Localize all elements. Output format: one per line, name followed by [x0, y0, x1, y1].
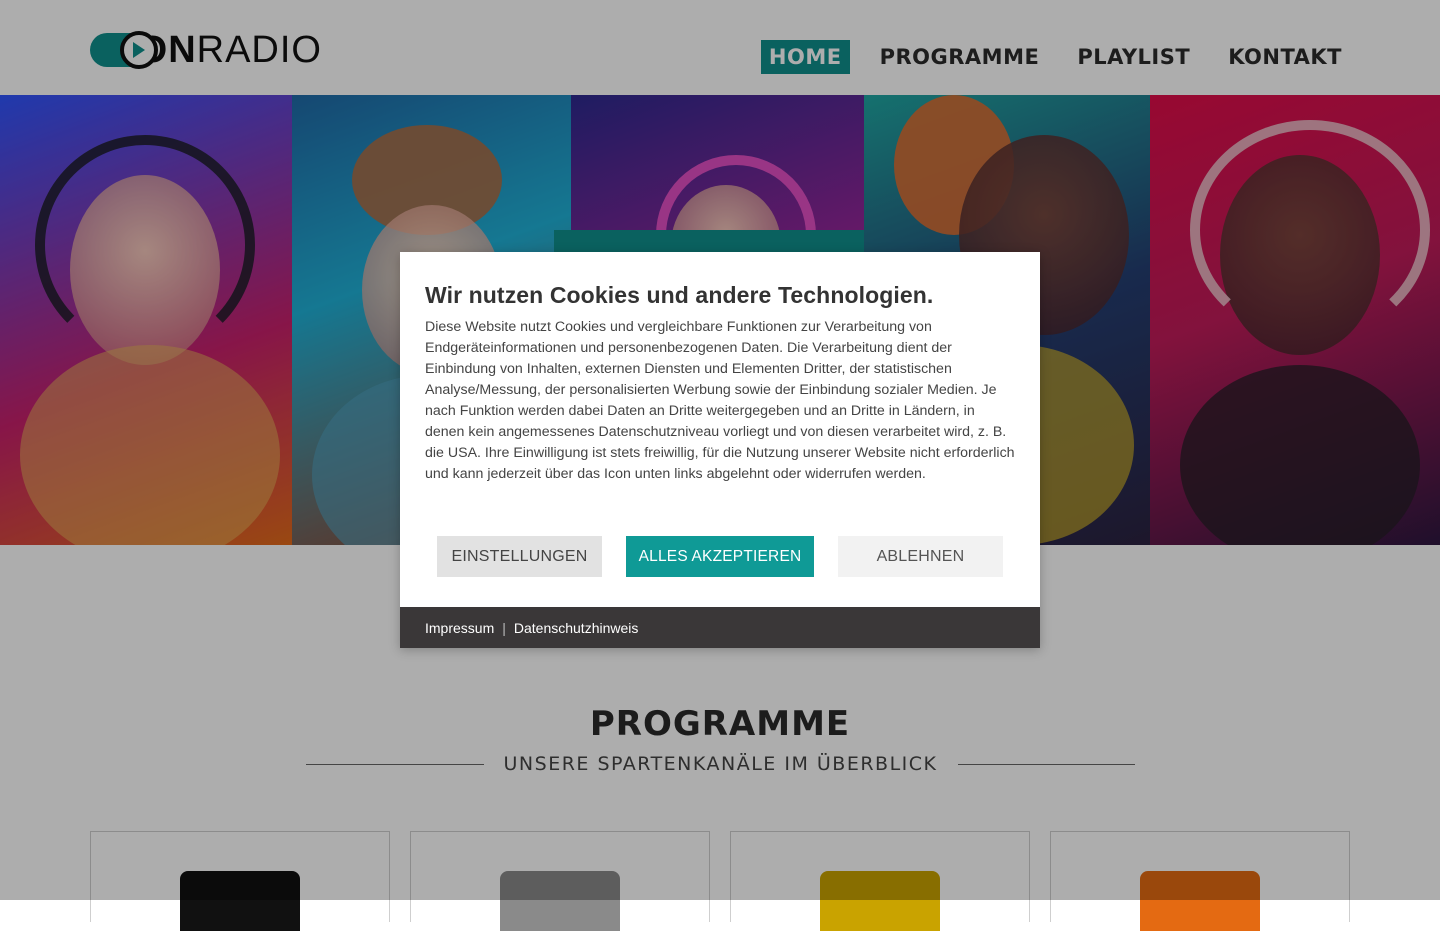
- settings-button[interactable]: EINSTELLUNGEN: [437, 536, 602, 577]
- cookie-dialog-title: Wir nutzen Cookies und andere Technologi…: [425, 282, 934, 308]
- cookie-dialog-text: Diese Website nutzt Cookies und vergleic…: [425, 319, 1015, 482]
- footer-separator: |: [502, 619, 506, 636]
- imprint-link[interactable]: Impressum: [425, 620, 494, 636]
- accept-all-button[interactable]: ALLES AKZEPTIEREN: [626, 536, 814, 577]
- cookie-dialog-footer: Impressum | Datenschutzhinweis: [400, 607, 1040, 648]
- reject-button[interactable]: ABLEHNEN: [838, 536, 1003, 577]
- privacy-link[interactable]: Datenschutzhinweis: [514, 620, 639, 636]
- cookie-consent-dialog: Wir nutzen Cookies und andere Technologi…: [400, 252, 1040, 648]
